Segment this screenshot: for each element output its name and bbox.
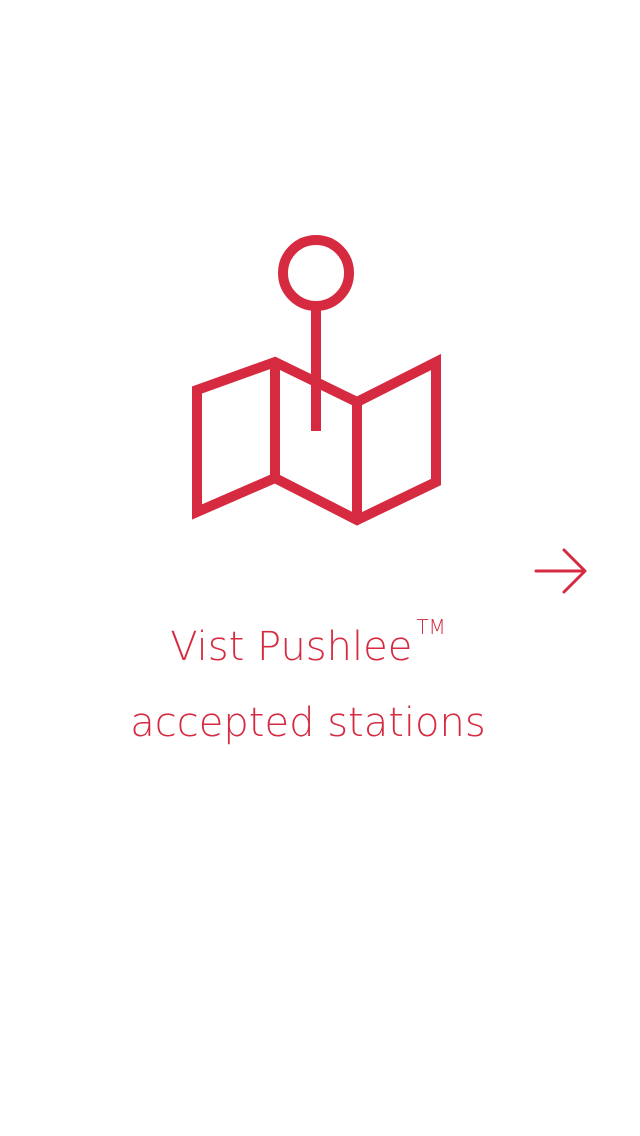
onboarding-screen: Vist Pushlee TM accepted stations bbox=[0, 0, 640, 1136]
caption-line-1: Vist Pushlee TM bbox=[0, 612, 616, 688]
map-pin-icon bbox=[192, 235, 441, 526]
arrow-right-icon[interactable] bbox=[528, 544, 592, 600]
caption-brand-text: Vist Pushlee bbox=[170, 624, 413, 670]
caption: Vist Pushlee TM accepted stations bbox=[0, 612, 616, 758]
caption-line-2: accepted stations bbox=[130, 700, 486, 746]
trademark-mark: TM bbox=[416, 615, 446, 639]
